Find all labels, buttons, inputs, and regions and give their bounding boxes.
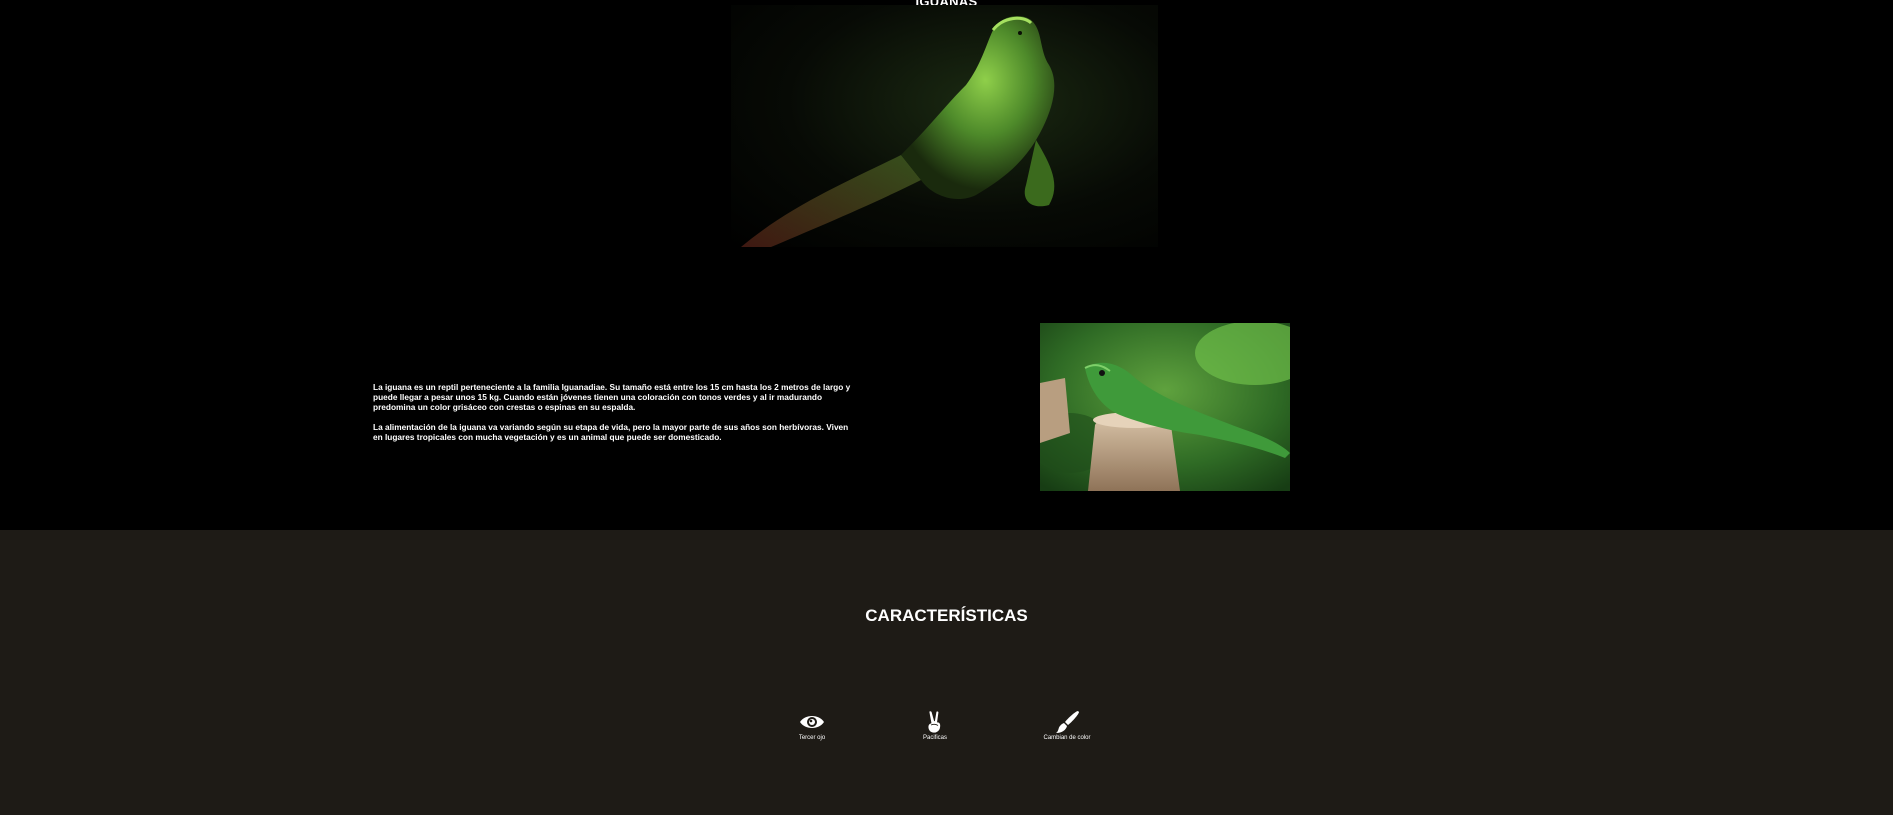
features-title: CARACTERÍSTICAS xyxy=(865,606,1028,625)
paint-brush-icon xyxy=(1054,710,1080,734)
intro-section: IGUANAS La iguana es un reptil pert xyxy=(0,0,1893,530)
feature-item-cambian-de-color: Cambian de color xyxy=(1027,710,1107,741)
feature-label: Tercer ojo xyxy=(798,735,826,741)
feature-item-pacificas: Pacificas xyxy=(895,710,975,741)
peace-hand-icon xyxy=(922,710,948,734)
hero-iguana-image xyxy=(731,5,1158,247)
feature-label: Cambian de color xyxy=(1043,735,1091,741)
feature-item-tercer-ojo: Tercer ojo xyxy=(772,710,852,741)
intro-paragraph-1: La iguana es un reptil perteneciente a l… xyxy=(373,382,851,412)
eye-icon xyxy=(799,710,825,734)
intro-paragraph-2: La alimentación de la iguana va variando… xyxy=(373,422,849,442)
features-section: CARACTERÍSTICAS Tercer ojo Pacificas Cam… xyxy=(0,530,1893,815)
intro-text: La iguana es un reptil perteneciente a l… xyxy=(373,382,853,442)
side-iguana-image xyxy=(1040,323,1290,491)
feature-label: Pacificas xyxy=(922,735,947,741)
